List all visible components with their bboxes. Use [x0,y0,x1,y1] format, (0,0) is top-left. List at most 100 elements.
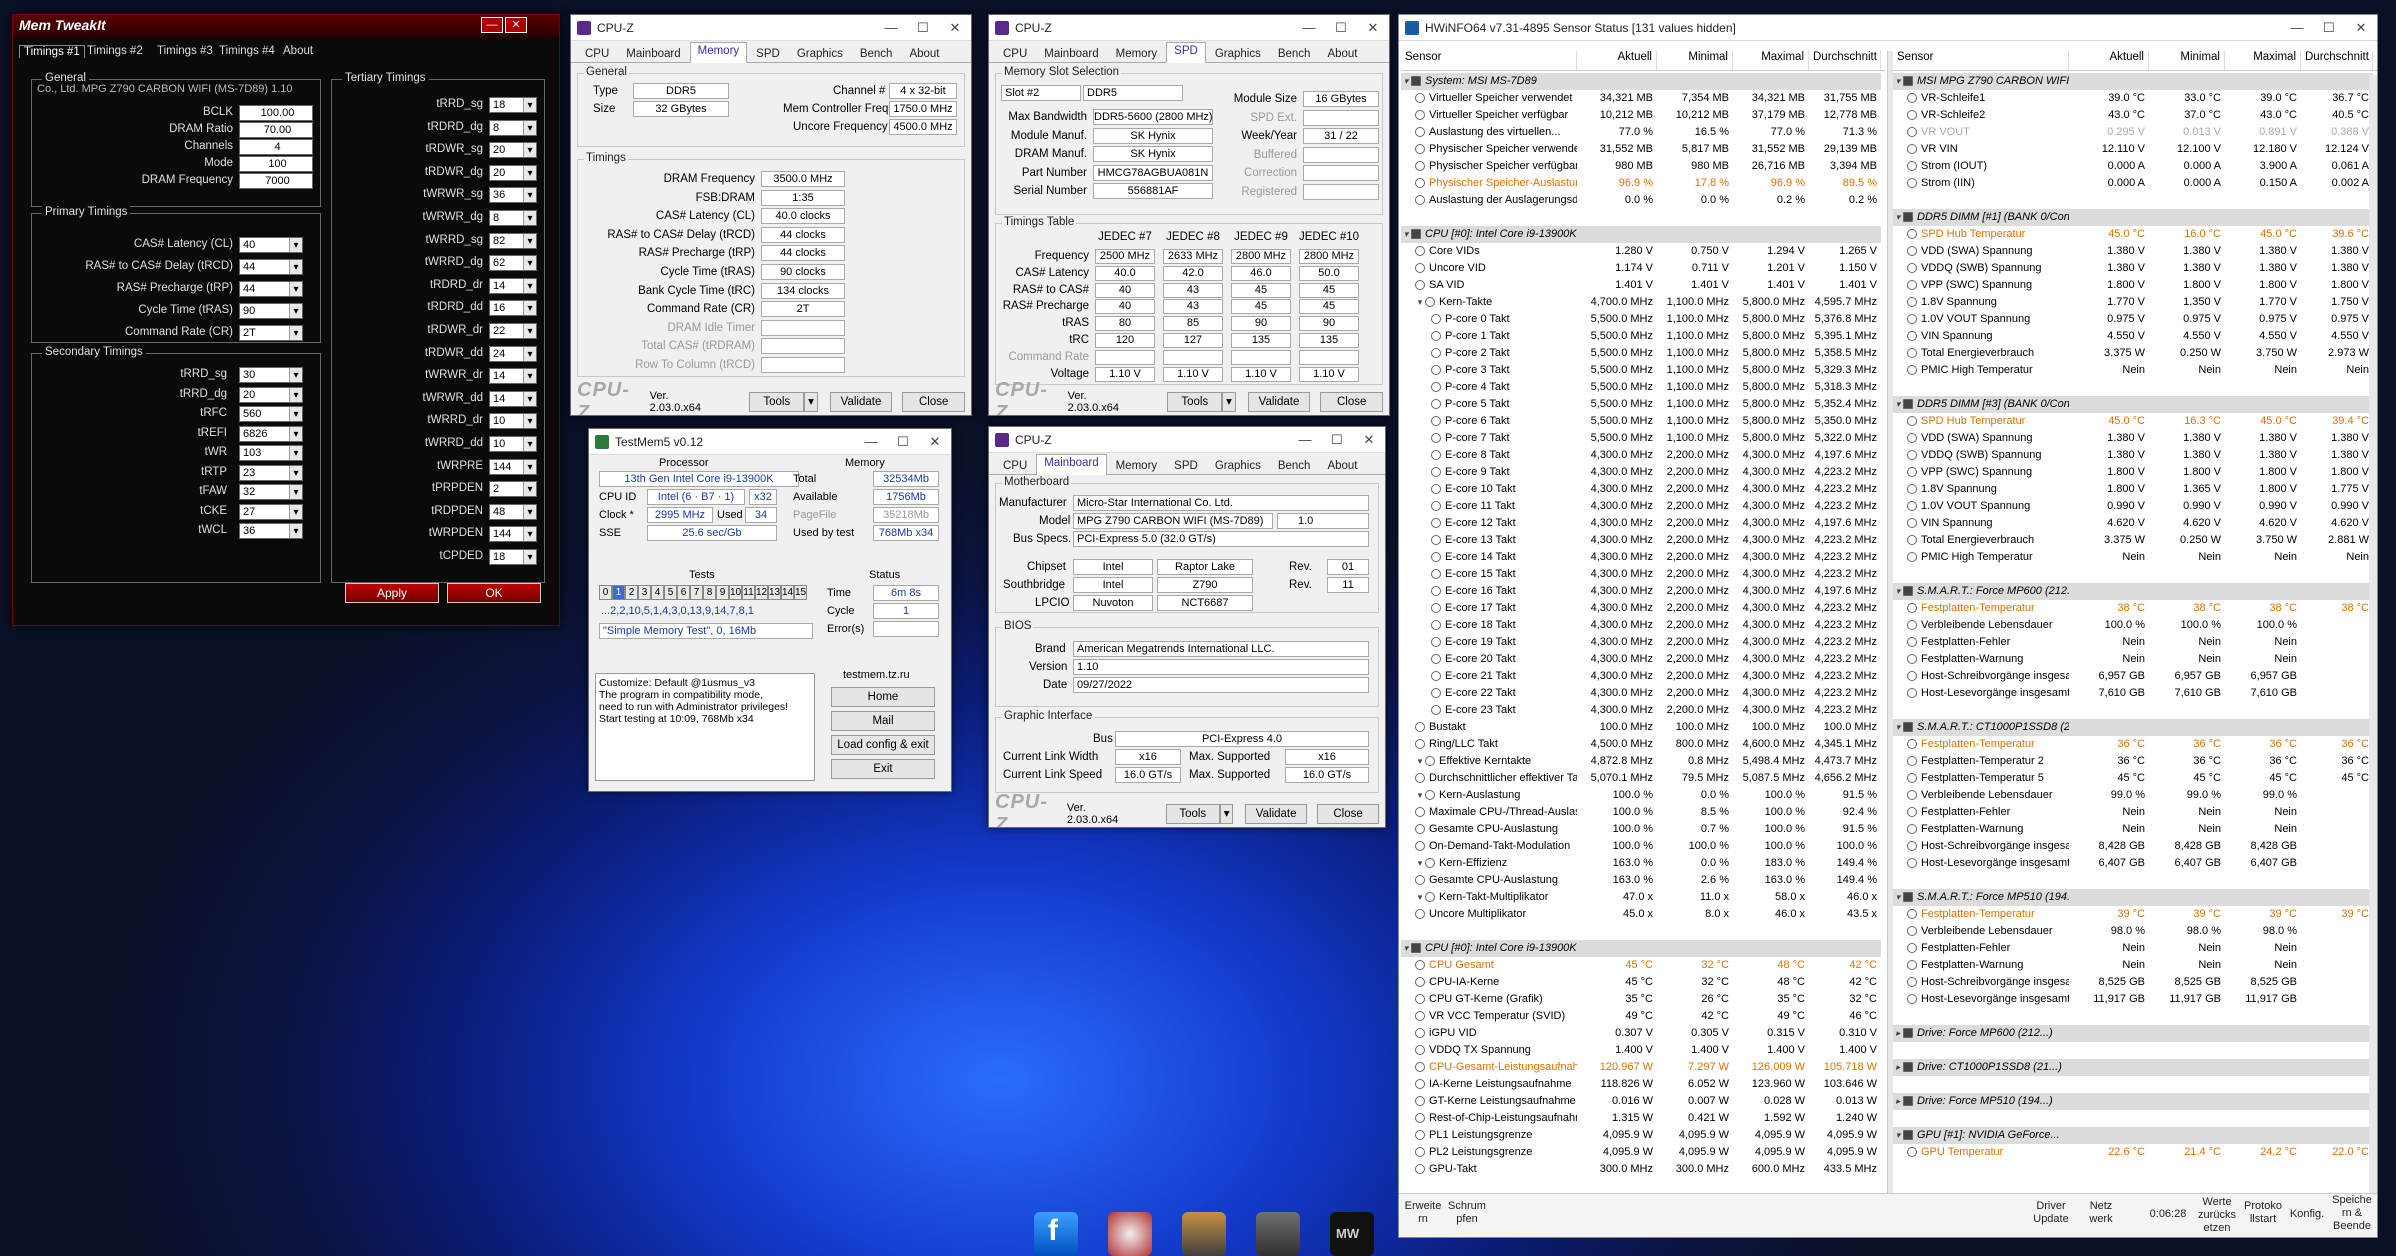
collapse-chevron-icon[interactable]: ▾ [1415,855,1425,872]
minimize-icon[interactable]: — [2281,20,2313,36]
game-app-icon[interactable] [1182,1212,1226,1256]
column-header-maximal[interactable]: Maximal [1733,51,1809,70]
exit-button[interactable]: Exit [831,759,935,779]
sensor-row[interactable]: CPU GT-Kerne (Grafik) 35 °C 26 °C 35 °C 32 °… [1401,991,1881,1008]
close-icon[interactable]: ✕ [939,20,971,36]
collapse-chevron-icon[interactable]: ▾ [1401,940,1411,957]
sensor-row[interactable]: Virtueller Speicher verwendet 34,321 MB 7,… [1401,90,1881,107]
sensor-row[interactable]: E-core 19 Takt 4,300.0 MHz 2,200.0 MHz 4,30… [1401,634,1881,651]
close-icon[interactable]: ✕ [919,434,951,450]
tab-timings4[interactable]: Timings #4 [219,45,275,57]
tertiary-timing-select[interactable]: 14 [489,277,537,294]
sensor-row[interactable]: VDDQ (SWB) Spannung 1.380 V 1.380 V 1.380 V… [1893,447,2373,464]
tab-spd[interactable]: SPD [1166,42,1206,63]
sensor-row[interactable]: P-core 3 Takt 5,500.0 MHz 1,100.0 MHz 5,800… [1401,362,1881,379]
tertiary-timing-select[interactable]: 2 [489,481,537,498]
sensor-row[interactable]: ▾ CPU [#0]: Intel Core i9-13900K [1401,226,1881,243]
tools-dropdown-icon[interactable]: ▾ [1219,804,1234,824]
sensor-row[interactable]: E-core 18 Takt 4,300.0 MHz 2,200.0 MHz 4,30… [1401,617,1881,634]
sensor-row[interactable]: Verbleibende Lebensdauer 98.0 % 98.0 % 98.0… [1893,923,2373,940]
sensor-row[interactable]: CPU-Gesamt-Leistungsaufnahme 120.967 W 7.2… [1401,1059,1881,1076]
warzone-icon[interactable]: MW [1330,1212,1374,1256]
driver-update-button[interactable]: Driver Update [2029,1200,2073,1226]
sensor-row[interactable]: Core VIDs 1.280 V 0.750 V 1.294 V 1.265 V [1401,243,1881,260]
expand-chevron-icon[interactable]: ▸ [1893,1025,1903,1042]
sensor-row[interactable]: Durchschnittlicher effektiver Takt 5,070.… [1401,770,1881,787]
tab-cpu[interactable]: CPU [995,45,1035,62]
sensor-row[interactable]: Festplatten-Fehler Nein Nein Nein [1893,804,2373,821]
sensor-row[interactable]: On-Demand-Takt-Modulation 100.0 % 100.0 % 1… [1401,838,1881,855]
column-header-sensor[interactable]: Sensor [1401,51,1577,70]
sensor-row[interactable]: ▾ MSI MPG Z790 CARBON WIFI [1893,73,2373,90]
column-header-aktuell[interactable]: Aktuell [1577,51,1657,70]
sensor-row[interactable]: 1.8V Spannung 1.800 V 1.365 V 1.800 V 1.775 … [1893,481,2373,498]
sensor-row[interactable]: E-core 22 Takt 4,300.0 MHz 2,200.0 MHz 4,30… [1401,685,1881,702]
game-app-icon[interactable] [1256,1212,1300,1256]
sensor-row[interactable]: PMIC High Temperatur Nein Nein Nein Nein [1893,549,2373,566]
tertiary-timing-select[interactable]: 22 [489,323,537,339]
sensor-row[interactable]: ▾ Kern-Auslastung 100.0 % 0.0 % 100.0 % 91.5 … [1401,787,1881,804]
sensor-row[interactable]: Auslastung des virtuellen... 77.0 % 16.5 %… [1401,124,1881,141]
tools-dropdown-icon[interactable]: ▾ [804,392,818,412]
tab-about[interactable]: About [283,45,313,57]
sensor-row[interactable]: GPU-Takt 300.0 MHz 300.0 MHz 600.0 MHz 433.5… [1401,1161,1881,1178]
close-button[interactable]: Close [1317,804,1380,824]
sensor-row[interactable]: GPU Temperatur 22.6 °C 21.4 °C 24.2 °C 22.0 … [1893,1144,2373,1161]
sensor-row[interactable]: Bustakt 100.0 MHz 100.0 MHz 100.0 MHz 100.0 … [1401,719,1881,736]
tab-bench[interactable]: Bench [852,45,901,62]
collapse-chevron-icon[interactable]: ▾ [1415,294,1425,311]
sensor-row[interactable]: ▸ Drive: Force MP600 (212...) [1893,1025,2373,1042]
sensor-row[interactable]: Festplatten-Temperatur 39 °C 39 °C 39 °C 39 … [1893,906,2373,923]
collapse-chevron-icon[interactable]: ▾ [1401,73,1411,90]
tertiary-timing-select[interactable]: 18 [489,549,537,565]
tab-about[interactable]: About [901,45,947,62]
sensor-row[interactable]: 1.8V Spannung 1.770 V 1.350 V 1.770 V 1.750 … [1893,294,2373,311]
tertiary-timing-select[interactable]: 18 [489,97,537,113]
sensor-row[interactable]: VIN Spannung 4.620 V 4.620 V 4.620 V 4.620 V [1893,515,2373,532]
secondary-timing-select[interactable]: 20 [239,386,303,403]
sensor-row[interactable]: VR-Schleife1 39.0 °C 33.0 °C 39.0 °C 36.7 °C [1893,90,2373,107]
secondary-timing-select[interactable]: 6826 [239,425,303,442]
sensor-row[interactable]: ▾ S.M.A.R.T.: Force MP600 (212...) [1893,583,2373,600]
sensor-row[interactable]: E-core 9 Takt 4,300.0 MHz 2,200.0 MHz 4,300… [1401,464,1881,481]
sensor-row[interactable]: E-core 17 Takt 4,300.0 MHz 2,200.0 MHz 4,30… [1401,600,1881,617]
expand-chevron-icon[interactable]: ▸ [1893,1059,1903,1076]
sensor-row[interactable]: Host-Schreibvorgänge insgesamt 8,525 GB 8,… [1893,974,2373,991]
sensor-row[interactable]: SA VID 1.401 V 1.401 V 1.401 V 1.401 V [1401,277,1881,294]
tertiary-timing-select[interactable]: 16 [489,300,537,317]
sensor-row[interactable]: Festplatten-Warnung Nein Nein Nein [1893,957,2373,974]
tertiary-timing-select[interactable]: 20 [489,164,537,181]
sensor-row[interactable]: VR VIN 12.110 V 12.100 V 12.180 V 12.124 V [1893,141,2373,158]
sensor-row[interactable]: Ring/LLC Takt 4,500.0 MHz 800.0 MHz 4,600.0… [1401,736,1881,753]
validate-button[interactable]: Validate [829,392,893,412]
column-header-aktuell[interactable]: Aktuell [2069,51,2149,70]
primary-timing-select[interactable]: 2T [239,325,303,341]
secondary-timing-select[interactable]: 32 [239,484,303,500]
tab-graphics[interactable]: Graphics [1207,45,1269,62]
minimize-icon[interactable]: — [1293,20,1325,36]
site-link[interactable]: testmem.tz.ru [843,669,910,681]
tertiary-timing-select[interactable]: 62 [489,255,537,272]
sensor-row[interactable]: ▾ Kern-Effizienz 163.0 % 0.0 % 183.0 % 149.4 … [1401,855,1881,872]
primary-timing-select[interactable]: 44 [239,281,303,297]
secondary-timing-select[interactable]: 36 [239,523,303,539]
sensor-row[interactable]: Festplatten-Fehler Nein Nein Nein [1893,940,2373,957]
tertiary-timing-select[interactable]: 48 [489,503,537,520]
tab-graphics[interactable]: Graphics [1207,457,1269,474]
minimize-icon[interactable]: — [481,17,503,33]
maximize-icon[interactable]: ☐ [1321,432,1353,448]
sensor-row[interactable]: E-core 10 Takt 4,300.0 MHz 2,200.0 MHz 4,30… [1401,481,1881,498]
sensor-row[interactable]: ▾ DDR5 DIMM [#3] (BANK 0/Controller1-Chan… [1893,396,2373,413]
sensor-row[interactable]: Physischer Speicher verwendet 31,552 MB 5,… [1401,141,1881,158]
sensor-row[interactable]: Rest-of-Chip-Leistungsaufnahme 1.315 W 0.4… [1401,1110,1881,1127]
sensor-row[interactable]: P-core 7 Takt 5,500.0 MHz 1,100.0 MHz 5,800… [1401,430,1881,447]
close-icon[interactable]: ✕ [505,17,527,33]
sensor-row[interactable]: CPU Gesamt 45 °C 32 °C 48 °C 42 °C [1401,957,1881,974]
facebook-icon[interactable]: f [1034,1212,1078,1256]
sensor-row[interactable]: SPD Hub Temperatur 45.0 °C 16.3 °C 45.0 °C 3… [1893,413,2373,430]
tertiary-timing-select[interactable]: 144 [489,526,537,543]
tab-cpu[interactable]: CPU [577,45,617,62]
sensor-row[interactable]: ▸ Drive: CT1000P1SSD8 (21...) [1893,1059,2373,1076]
sensor-row[interactable]: Festplatten-Temperatur 2 36 °C 36 °C 36 °C 3… [1893,753,2373,770]
sensor-row[interactable]: VDD (SWA) Spannung 1.380 V 1.380 V 1.380 V 1… [1893,430,2373,447]
